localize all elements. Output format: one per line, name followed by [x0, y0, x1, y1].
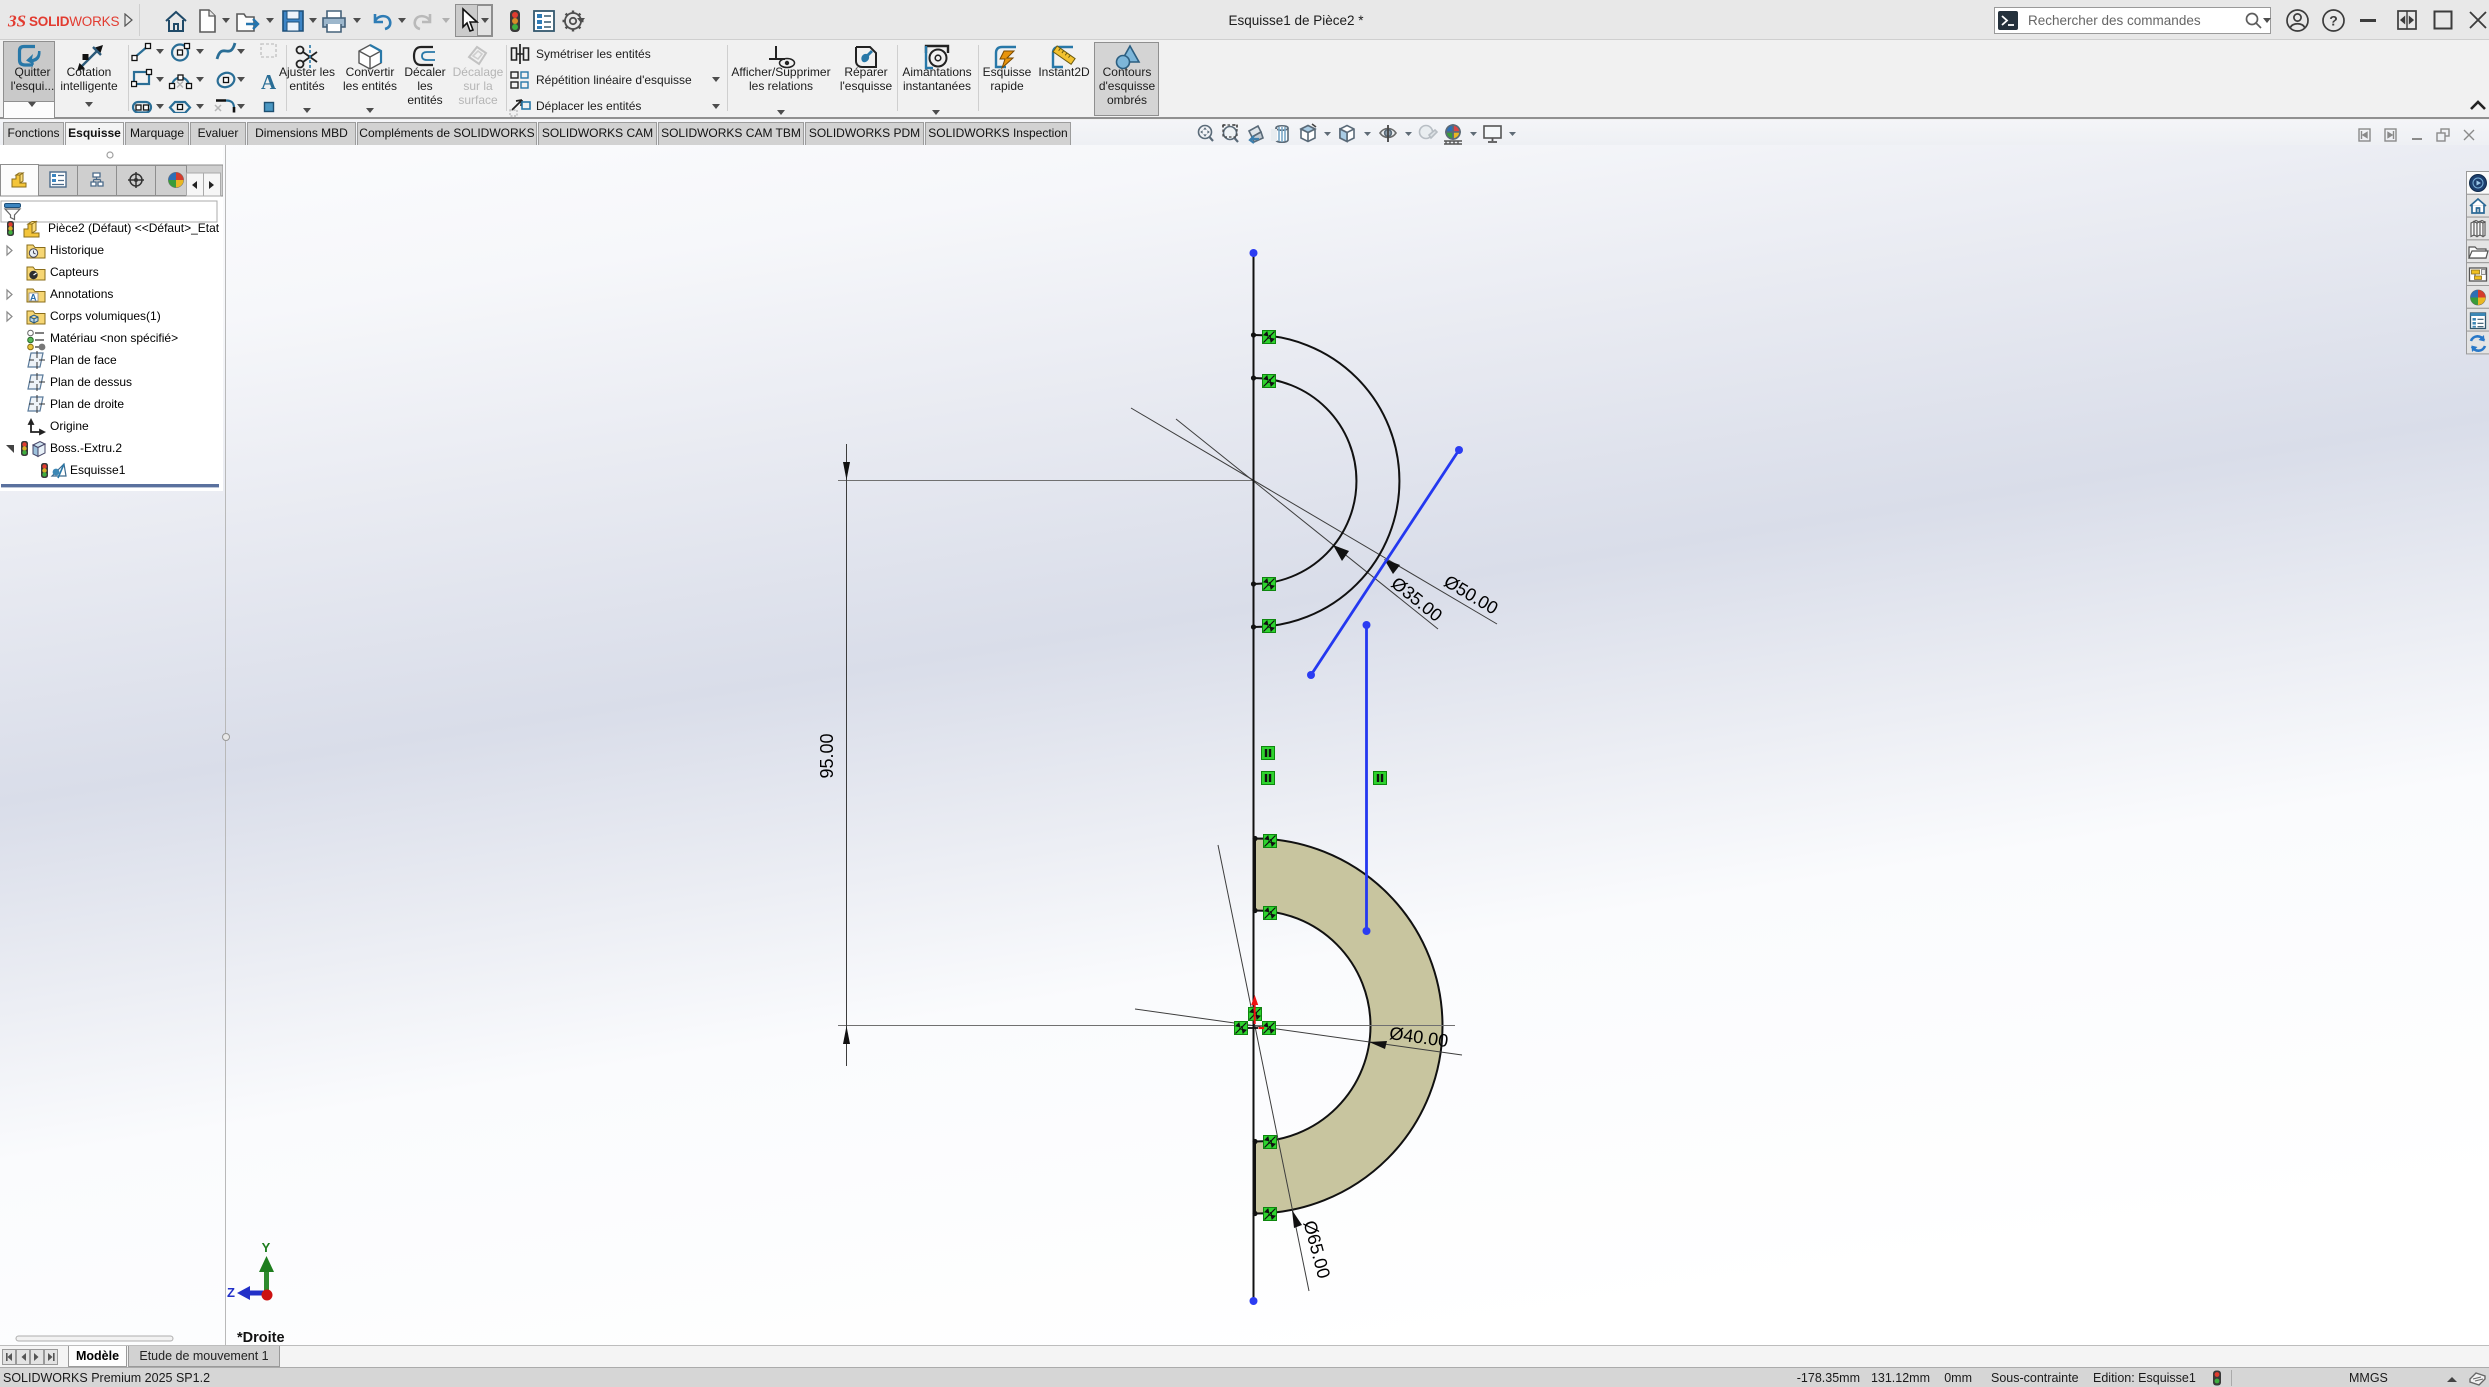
svg-text:A: A	[30, 293, 37, 303]
svg-text:?: ?	[2329, 13, 2338, 29]
svg-text:Y: Y	[262, 1240, 271, 1255]
svg-text:Z: Z	[227, 1285, 235, 1300]
svg-text:ЗS: ЗS	[7, 12, 26, 31]
svg-text:95.00: 95.00	[817, 733, 837, 778]
svg-text:A: A	[261, 70, 277, 94]
svg-text:*Droite: *Droite	[237, 1330, 285, 1345]
svg-text:SOLIDWORKS: SOLIDWORKS	[29, 14, 119, 29]
